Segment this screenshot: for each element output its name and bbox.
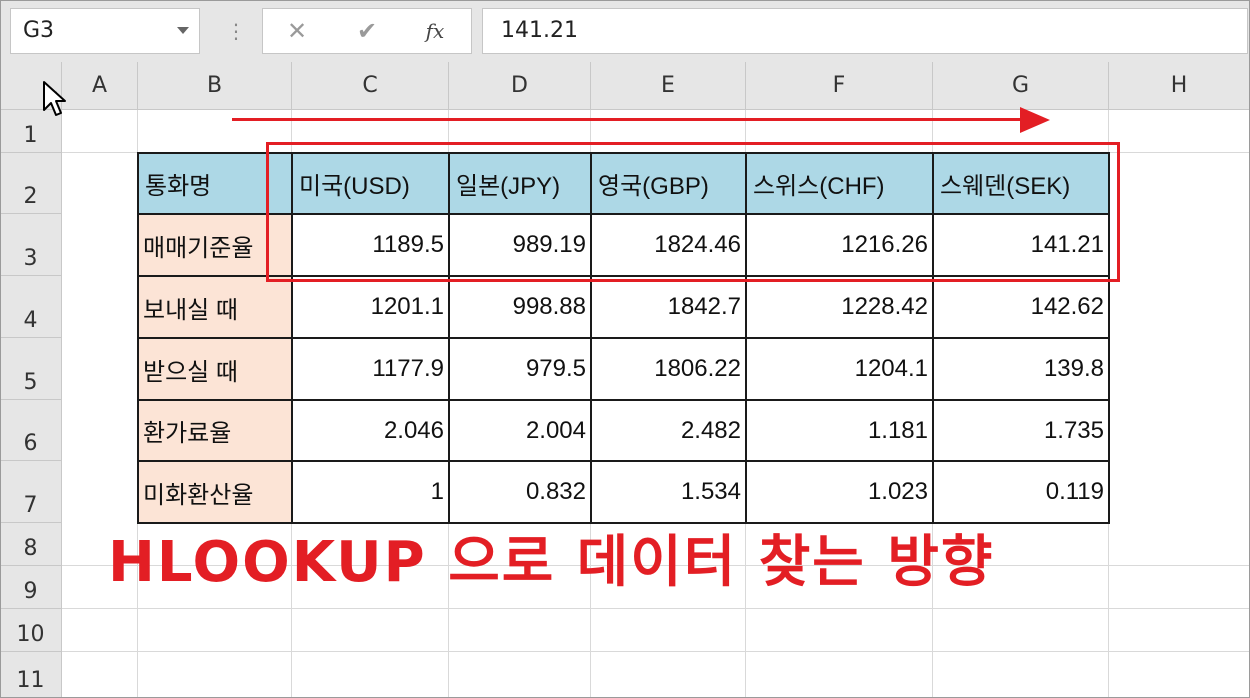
cell-e4[interactable]: 1842.7	[592, 277, 747, 339]
cell-c6[interactable]: 2.046	[293, 401, 450, 462]
cell-b5[interactable]: 받으실 때	[137, 339, 293, 401]
cell-f7[interactable]: 1.023	[747, 462, 934, 524]
cancel-icon[interactable]: ✕	[277, 9, 317, 53]
row-header-10[interactable]: 10	[0, 609, 62, 652]
cell-f6[interactable]: 1.181	[747, 401, 934, 462]
gridline	[62, 608, 1250, 609]
row-header-6[interactable]: 6	[0, 400, 62, 461]
cell-c4[interactable]: 1201.1	[293, 277, 450, 339]
name-box-value: G3	[23, 18, 55, 43]
column-header-e[interactable]: E	[591, 62, 746, 110]
cell-e5[interactable]: 1806.22	[592, 339, 747, 401]
row-header-4[interactable]: 4	[0, 276, 62, 338]
row-header-3[interactable]: 3	[0, 214, 62, 276]
row-header-11[interactable]: 11	[0, 652, 62, 698]
formula-bar: G3 ⋮ ✕ ✔ fx 141.21	[0, 0, 1250, 63]
cell-g6[interactable]: 1.735	[934, 401, 1110, 462]
column-header-f[interactable]: F	[746, 62, 933, 110]
gridline	[62, 651, 1250, 652]
cell-d4[interactable]: 998.88	[450, 277, 592, 339]
mouse-pointer-icon	[43, 81, 66, 116]
cell-d7[interactable]: 0.832	[450, 462, 592, 524]
cell-c7[interactable]: 1	[293, 462, 450, 524]
lookup-range-highlight	[266, 142, 1120, 282]
row-header-7[interactable]: 7	[0, 461, 62, 523]
cell-b6[interactable]: 환가료율	[137, 401, 293, 462]
row-header-8[interactable]: 8	[0, 523, 62, 566]
cell-f5[interactable]: 1204.1	[747, 339, 934, 401]
column-header-g[interactable]: G	[933, 62, 1109, 110]
cell-b7[interactable]: 미화환산율	[137, 462, 293, 524]
column-header-a[interactable]: A	[62, 62, 138, 110]
column-header-b[interactable]: B	[138, 62, 292, 110]
formula-bar-buttons: ✕ ✔ fx	[262, 8, 472, 54]
cell-g5[interactable]: 139.8	[934, 339, 1110, 401]
cell-g4[interactable]: 142.62	[934, 277, 1110, 339]
annotation-caption: HLOOKUP 으로 데이터 찾는 방향	[108, 530, 995, 595]
enter-icon[interactable]: ✔	[347, 9, 387, 53]
cell-d6[interactable]: 2.004	[450, 401, 592, 462]
row-header-9[interactable]: 9	[0, 566, 62, 609]
cell-e6[interactable]: 2.482	[592, 401, 747, 462]
cell-f4[interactable]: 1228.42	[747, 277, 934, 339]
direction-arrow-line	[232, 118, 1032, 121]
insert-function-icon[interactable]: fx	[415, 9, 455, 53]
column-header-c[interactable]: C	[292, 62, 449, 110]
right-arrow-icon	[1020, 107, 1050, 133]
formula-bar-separator: ⋮	[226, 19, 246, 43]
row-header-5[interactable]: 5	[0, 338, 62, 400]
name-box[interactable]: G3	[10, 8, 200, 54]
cell-g7[interactable]: 0.119	[934, 462, 1110, 524]
cell-d5[interactable]: 979.5	[450, 339, 592, 401]
cell-b4[interactable]: 보내실 때	[137, 277, 293, 339]
column-header-d[interactable]: D	[449, 62, 591, 110]
cell-c5[interactable]: 1177.9	[293, 339, 450, 401]
cell-e7[interactable]: 1.534	[592, 462, 747, 524]
row-header-2[interactable]: 2	[0, 153, 62, 214]
chevron-down-icon[interactable]	[177, 27, 189, 34]
formula-input[interactable]: 141.21	[482, 8, 1248, 54]
column-header-h[interactable]: H	[1109, 62, 1250, 110]
